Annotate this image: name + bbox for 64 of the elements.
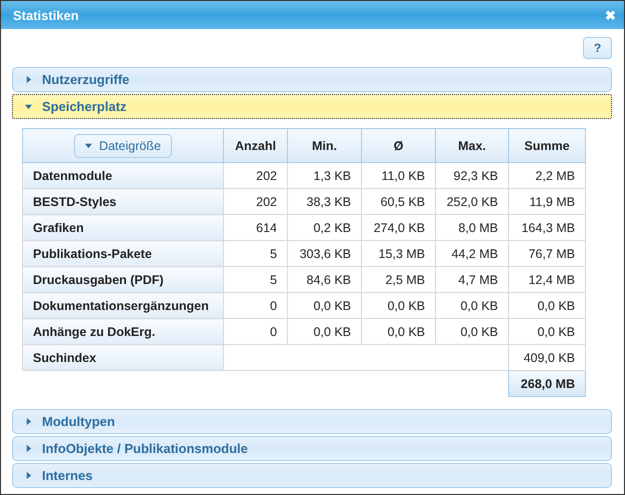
- table-cell: 0: [224, 318, 288, 344]
- table-cell: 11,9 MB: [508, 188, 586, 214]
- table-cell: 76,7 MB: [508, 240, 586, 266]
- table-cell: 164,3 MB: [508, 214, 586, 240]
- row-header: Dokumentationsergänzungen: [22, 292, 224, 318]
- accordion-header[interactable]: Modultypen: [12, 409, 612, 434]
- table-cell: 274,0 KB: [362, 214, 436, 240]
- table-cell: 15,3 MB: [362, 240, 436, 266]
- table-cell: 0,0 KB: [362, 318, 436, 344]
- table-cell: 0,0 KB: [436, 292, 508, 318]
- table-cell: 0,2 KB: [288, 214, 362, 240]
- column-header: Anzahl: [224, 128, 288, 162]
- row-header: Publikations-Pakete: [22, 240, 224, 266]
- table-cell: 303,6 KB: [288, 240, 362, 266]
- table-cell: 4,7 MB: [436, 266, 508, 292]
- row-header: BESTD-Styles: [22, 188, 224, 214]
- table-cell: 92,3 KB: [436, 162, 508, 188]
- close-button[interactable]: ✖: [605, 8, 616, 22]
- caret-icon: [85, 142, 92, 149]
- table-cell: 38,3 KB: [288, 188, 362, 214]
- caret-icon: [25, 472, 32, 479]
- accordion-header[interactable]: Nutzerzugriffe: [12, 67, 612, 92]
- table-cell: 0,0 KB: [362, 292, 436, 318]
- table-cell: 44,2 MB: [436, 240, 508, 266]
- table-cell: 202: [224, 188, 288, 214]
- table-cell: 2,2 MB: [508, 162, 586, 188]
- table-cell: 60,5 KB: [362, 188, 436, 214]
- row-header: Datenmodule: [22, 162, 224, 188]
- table-cell: 2,5 MB: [362, 266, 436, 292]
- table-cell: 0,0 KB: [288, 318, 362, 344]
- column-header: Max.: [436, 128, 508, 162]
- table-cell: 5: [224, 266, 288, 292]
- table-cell: 614: [224, 214, 288, 240]
- caret-icon: [25, 418, 32, 425]
- row-header: Suchindex: [22, 344, 224, 370]
- caret-icon: [25, 76, 32, 83]
- table-cell: 0,0 KB: [436, 318, 508, 344]
- table-cell: 0,0 KB: [508, 292, 586, 318]
- caret-icon: [25, 103, 32, 110]
- group-dropdown-button[interactable]: Dateigröße: [74, 134, 172, 158]
- row-header: Anhänge zu DokErg.: [22, 318, 224, 344]
- table-cell: 1,3 KB: [288, 162, 362, 188]
- table-cell: 0,0 KB: [508, 318, 586, 344]
- table-cell: 8,0 MB: [436, 214, 508, 240]
- table-cell: 0,0 KB: [288, 292, 362, 318]
- accordion-header[interactable]: Internes: [12, 463, 612, 488]
- table-cell: 202: [224, 162, 288, 188]
- table-cell: 11,0 KB: [362, 162, 436, 188]
- column-header: Ø: [362, 128, 436, 162]
- column-header: Min.: [288, 128, 362, 162]
- table-cell: 5: [224, 240, 288, 266]
- accordion-header[interactable]: InfoObjekte / Publikationsmodule: [12, 436, 612, 461]
- accordion-header[interactable]: Speicherplatz: [12, 94, 612, 119]
- row-header: Grafiken: [22, 214, 224, 240]
- table-cell: 84,6 KB: [288, 266, 362, 292]
- caret-icon: [25, 445, 32, 452]
- column-header: Summe: [508, 128, 586, 162]
- total-cell: 268,0 MB: [508, 370, 586, 396]
- window-title: Statistiken: [13, 8, 79, 22]
- row-header: Druckausgaben (PDF): [22, 266, 224, 292]
- table-cell: 0: [224, 292, 288, 318]
- table-cell: 12,4 MB: [508, 266, 586, 292]
- table-cell: 252,0 KB: [436, 188, 508, 214]
- help-button[interactable]: ?: [583, 37, 612, 59]
